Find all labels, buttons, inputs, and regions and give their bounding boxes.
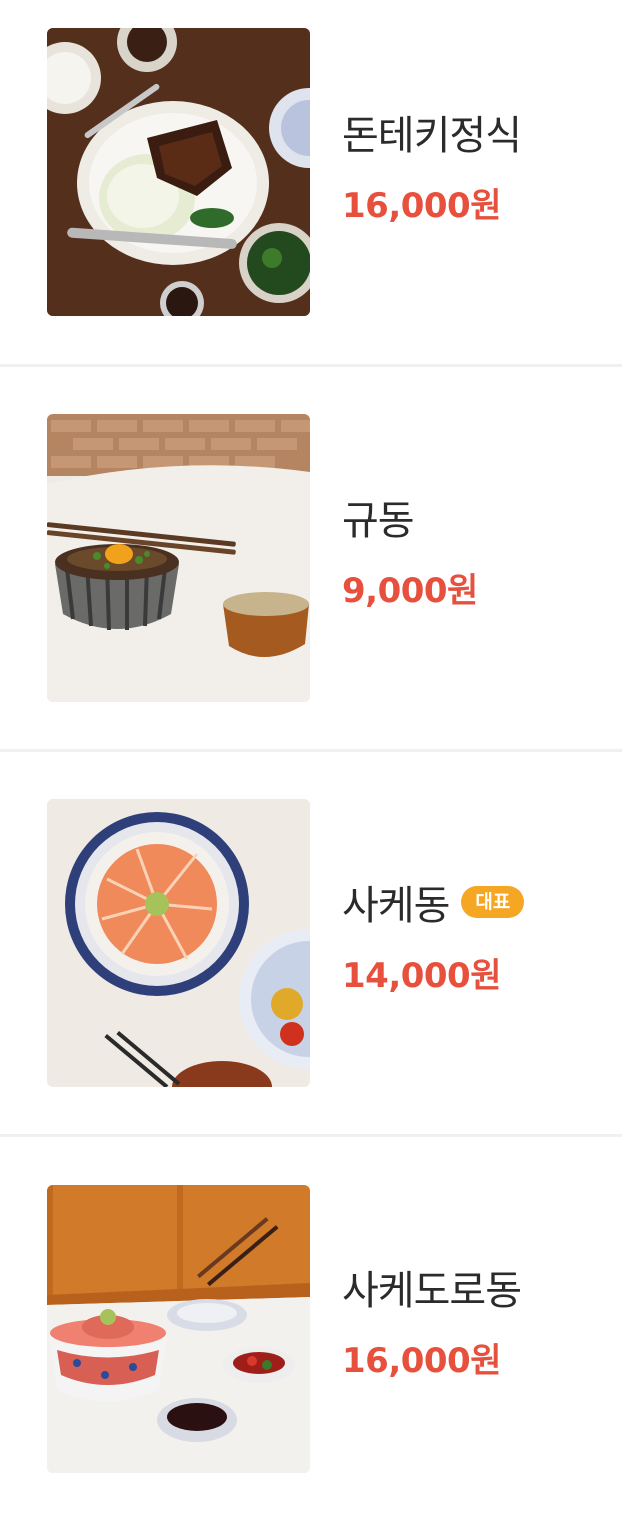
menu-item-image: [47, 799, 310, 1087]
menu-item-image: [47, 1185, 310, 1473]
menu-item-info: 규동 9,000원: [342, 493, 478, 612]
menu-item-sakedorodon[interactable]: 사케도로동 16,000원: [0, 1155, 622, 1540]
divider: [0, 1134, 622, 1137]
menu-item-price: 16,000원: [342, 186, 501, 226]
menu-item-name-row: 규동: [342, 493, 478, 544]
menu-item-info: 사케도로동 16,000원: [342, 1263, 522, 1382]
menu-item-price: 16,000원: [342, 1341, 501, 1381]
menu-item-info: 사케동 대표 14,000원: [342, 878, 525, 997]
menu-list: 돈테키정식 16,000원 규동 9,000원 사케동 대표 14,000원 사…: [0, 0, 622, 1514]
menu-item-price: 14,000원: [342, 956, 501, 996]
menu-item-name: 사케도로동: [342, 1268, 522, 1314]
menu-item-image: [47, 414, 310, 702]
menu-item-price: 9,000원: [342, 571, 478, 611]
menu-item-name-row: 사케도로동: [342, 1263, 522, 1314]
menu-item-sakedon[interactable]: 사케동 대표 14,000원: [0, 770, 622, 1155]
menu-item-name: 돈테키정식: [342, 113, 522, 159]
menu-item-name-row: 돈테키정식: [342, 108, 522, 159]
menu-item-info: 돈테키정식 16,000원: [342, 108, 522, 227]
menu-item-tonteki[interactable]: 돈테키정식 16,000원: [0, 0, 622, 385]
menu-item-name: 사케동: [342, 883, 450, 929]
divider: [0, 749, 622, 752]
menu-item-image: [47, 28, 310, 316]
signature-badge: 대표: [461, 886, 525, 918]
divider: [0, 364, 622, 367]
menu-item-gyudon[interactable]: 규동 9,000원: [0, 385, 622, 770]
menu-item-name: 규동: [342, 498, 415, 544]
menu-item-name-row: 사케동 대표: [342, 878, 525, 929]
